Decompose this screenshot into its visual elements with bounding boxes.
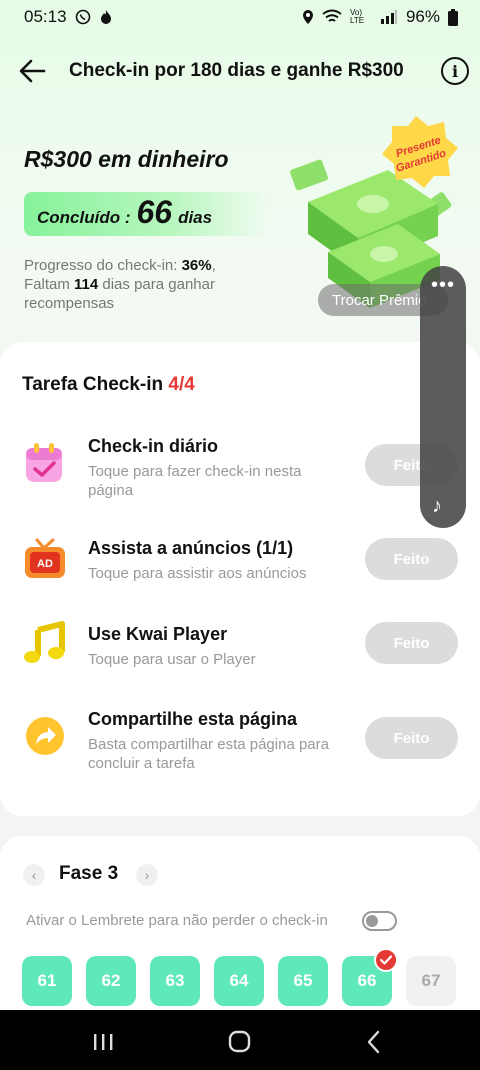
header: Check-in por 180 dias e ganhe R$300 i (0, 48, 480, 94)
info-icon[interactable]: i (441, 57, 469, 85)
task-watch-ads: AD Assista a anúncios (1/1) Toque para a… (0, 538, 480, 608)
completed-days: 66 (136, 194, 173, 230)
floating-widget[interactable]: ••• ♪ (420, 266, 466, 528)
battery-percent: 96% (405, 7, 440, 26)
share-arrow-icon (26, 717, 64, 755)
day-cell[interactable]: 65 (278, 956, 328, 1006)
prev-phase-chevron-icon[interactable]: ‹ (23, 864, 45, 886)
day-cell[interactable]: 62 (86, 956, 136, 1006)
wifi-icon (322, 9, 342, 22)
task-desc: Basta compartilhar esta página para conc… (88, 736, 329, 772)
day-row: 61 62 63 64 65 66 67 (22, 948, 462, 1006)
home-icon[interactable] (224, 1028, 254, 1056)
task-title: Assista a anúncios (1/1) (88, 538, 294, 558)
completed-label: Concluído : (37, 208, 131, 227)
calendar-check-icon (26, 443, 62, 482)
done-button[interactable]: Feito (365, 538, 458, 580)
battery-icon (448, 8, 458, 26)
completed-days-pill: Concluído : 66 dias (24, 192, 270, 236)
reminder-text: Ativar o Lembrete para não perder o chec… (26, 912, 328, 929)
day-cell[interactable]: 61 (22, 956, 72, 1006)
tasks-heading: Tarefa Check-in 4/4 (22, 374, 195, 395)
volte-label: Vo) LTE (349, 8, 365, 25)
music-note-icon (24, 621, 65, 663)
tasks-card: Tarefa Check-in 4/4 Check-in diário Toqu… (0, 342, 480, 816)
status-time: 05:13 (24, 7, 67, 26)
next-phase-chevron-icon[interactable]: › (136, 864, 158, 886)
task-daily-checkin: Check-in diário Toque para fazer check-i… (0, 436, 480, 506)
task-title: Use Kwai Player (88, 624, 228, 644)
svg-text:AD: AD (37, 558, 53, 570)
done-button[interactable]: Feito (365, 622, 458, 664)
day-cell-pending[interactable]: 67 (406, 956, 456, 1006)
music-icon[interactable]: ♪ (432, 495, 442, 518)
back-arrow-icon[interactable] (16, 54, 50, 88)
task-title: Check-in diário (88, 436, 219, 456)
task-kwai-player: Use Kwai Player Toque para usar o Player… (0, 621, 480, 694)
task-title: Compartilhe esta página (88, 709, 298, 729)
reward-title: R$300 em dinheiro (24, 146, 229, 172)
days-unit: dias (178, 208, 213, 227)
recent-apps-icon[interactable] (88, 1028, 118, 1056)
ad-tv-icon: AD (25, 538, 65, 578)
day-cell[interactable]: 63 (150, 956, 200, 1006)
whatsapp-icon (75, 9, 90, 25)
task-desc: Toque para fazer check-in nesta página (88, 463, 302, 499)
phase-title: Fase 3 (59, 863, 119, 884)
day-cell[interactable]: 64 (214, 956, 264, 1006)
page-title: Check-in por 180 dias e ganhe R$300 (69, 60, 404, 81)
flame-icon (100, 10, 111, 24)
done-button[interactable]: Feito (365, 717, 458, 759)
system-nav-bar (0, 1010, 480, 1070)
reminder-toggle[interactable] (362, 911, 397, 931)
tasks-count: 4/4 (168, 374, 195, 395)
task-desc: Toque para assistir aos anúncios (88, 565, 307, 582)
check-icon (374, 948, 398, 972)
phase-card: ‹ Fase 3 › Ativar o Lembrete para não pe… (0, 836, 480, 1036)
back-nav-icon[interactable] (360, 1028, 390, 1056)
day-cell-checked[interactable]: 66 (342, 948, 398, 1006)
signal-icon (380, 10, 397, 24)
progress-percent: 36% (181, 257, 212, 274)
location-icon (302, 10, 313, 24)
task-desc: Toque para usar o Player (88, 651, 256, 668)
remaining-days: 114 (74, 276, 99, 293)
task-share-page: Compartilhe esta página Basta compartilh… (0, 709, 480, 779)
progress-text: Progresso do check-in: 36%, Faltam 114 d… (24, 257, 216, 312)
status-bar: 05:13 Vo) LTE 96% (0, 0, 480, 34)
more-dots-icon[interactable]: ••• (420, 275, 466, 295)
